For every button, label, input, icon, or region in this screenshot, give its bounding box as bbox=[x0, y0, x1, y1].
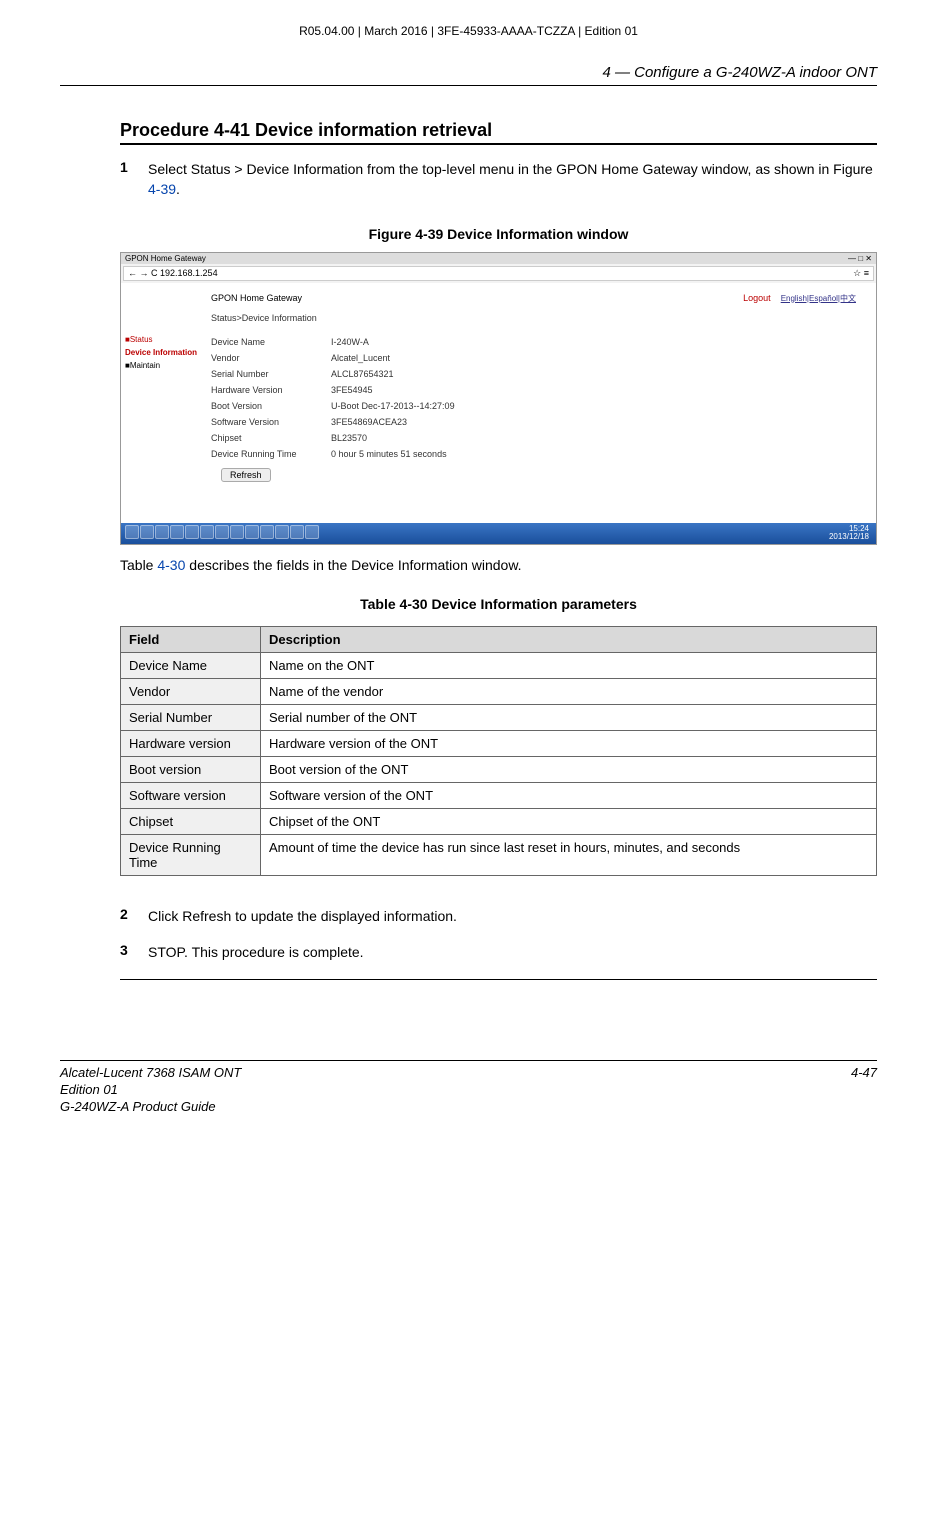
browser-tab: GPON Home Gateway bbox=[125, 254, 206, 263]
info-value: 3FE54869ACEA23 bbox=[331, 417, 407, 427]
field-cell: Boot version bbox=[121, 757, 261, 783]
table-row: Serial NumberSerial number of the ONT bbox=[121, 705, 877, 731]
field-cell: Device Name bbox=[121, 653, 261, 679]
address-bar: 192.168.1.254 bbox=[160, 268, 218, 278]
info-label: Vendor bbox=[211, 353, 331, 363]
breadcrumb: Status>Device Information bbox=[201, 310, 876, 326]
page-footer: Alcatel-Lucent 7368 ISAM ONT Edition 01 … bbox=[60, 1060, 877, 1116]
info-value: Alcatel_Lucent bbox=[331, 353, 390, 363]
chapter-header: 4 — Configure a G-240WZ-A indoor ONT bbox=[60, 64, 877, 81]
desc-cell: Chipset of the ONT bbox=[261, 809, 877, 835]
field-cell: Vendor bbox=[121, 679, 261, 705]
footer-guide: G-240WZ-A Product Guide bbox=[60, 1099, 241, 1116]
figure-browser-screenshot: GPON Home Gateway — □ ✕ ← → C 192.168.1.… bbox=[120, 252, 877, 546]
footer-edition: Edition 01 bbox=[60, 1082, 241, 1099]
footer-rule bbox=[60, 1060, 877, 1061]
parameters-table: Field Description Device NameName on the… bbox=[120, 626, 877, 876]
desc-cell: Hardware version of the ONT bbox=[261, 731, 877, 757]
info-value: 3FE54945 bbox=[331, 385, 373, 395]
step-3: 3 STOP. This procedure is complete. bbox=[120, 942, 877, 962]
gateway-title: GPON Home Gateway bbox=[211, 293, 302, 303]
info-label: Boot Version bbox=[211, 401, 331, 411]
field-cell: Software version bbox=[121, 783, 261, 809]
desc-cell: Software version of the ONT bbox=[261, 783, 877, 809]
info-label: Hardware Version bbox=[211, 385, 331, 395]
table-row: Software versionSoftware version of the … bbox=[121, 783, 877, 809]
table-intro-text: Table 4-30 describes the fields in the D… bbox=[120, 555, 877, 576]
step-number: 3 bbox=[120, 942, 148, 962]
desc-cell: Boot version of the ONT bbox=[261, 757, 877, 783]
info-value: 0 hour 5 minutes 51 seconds bbox=[331, 449, 447, 459]
sidebar: ■Status Device Information ■Maintain bbox=[121, 283, 201, 372]
field-cell: Serial Number bbox=[121, 705, 261, 731]
field-cell: Device Running Time bbox=[121, 835, 261, 876]
figure-xref-link[interactable]: 4-39 bbox=[148, 181, 176, 197]
step-text: Select Status > Device Information from … bbox=[148, 161, 873, 177]
figure-caption: Figure 4-39 Device Information window bbox=[120, 226, 877, 242]
desc-cell: Amount of time the device has run since … bbox=[261, 835, 877, 876]
info-label: Chipset bbox=[211, 433, 331, 443]
doc-id-header: R05.04.00 | March 2016 | 3FE-45933-AAAA-… bbox=[60, 24, 877, 38]
table-row: Device NameName on the ONT bbox=[121, 653, 877, 679]
field-cell: Chipset bbox=[121, 809, 261, 835]
info-value: BL23570 bbox=[331, 433, 367, 443]
procedure-end-rule bbox=[120, 979, 877, 980]
info-value: ALCL87654321 bbox=[331, 369, 394, 379]
language-links: English|Español|中文 bbox=[781, 294, 856, 303]
step-number: 1 bbox=[120, 159, 148, 200]
procedure-title: Procedure 4-41 Device information retrie… bbox=[120, 120, 877, 141]
info-label: Software Version bbox=[211, 417, 331, 427]
star-icon: ☆ bbox=[853, 268, 861, 278]
page-number: 4-47 bbox=[851, 1065, 877, 1116]
table-row: Boot versionBoot version of the ONT bbox=[121, 757, 877, 783]
field-cell: Hardware version bbox=[121, 731, 261, 757]
step-body: STOP. This procedure is complete. bbox=[148, 942, 877, 962]
table-caption: Table 4-30 Device Information parameters bbox=[120, 596, 877, 612]
desc-cell: Name on the ONT bbox=[261, 653, 877, 679]
table-row: Device Running TimeAmount of time the de… bbox=[121, 835, 877, 876]
step-2: 2 Click Refresh to update the displayed … bbox=[120, 906, 877, 926]
taskbar-icons bbox=[125, 525, 320, 541]
header-rule bbox=[60, 85, 877, 86]
table-row: VendorName of the vendor bbox=[121, 679, 877, 705]
sidebar-item-status: ■Status bbox=[121, 333, 201, 346]
table-header-description: Description bbox=[261, 627, 877, 653]
window-controls-icon: — □ ✕ bbox=[848, 254, 872, 263]
sidebar-item-maintain: ■Maintain bbox=[121, 359, 201, 372]
info-value: I-240W-A bbox=[331, 337, 369, 347]
device-info-panel: Device NameI-240W-A VendorAlcatel_Lucent… bbox=[201, 326, 876, 490]
title-rule bbox=[120, 143, 877, 145]
info-label: Device Running Time bbox=[211, 449, 331, 459]
step-body: Click Refresh to update the displayed in… bbox=[148, 906, 877, 926]
info-value: U-Boot Dec-17-2013--14:27:09 bbox=[331, 401, 455, 411]
sidebar-item-device-info: Device Information bbox=[121, 346, 201, 359]
step-number: 2 bbox=[120, 906, 148, 926]
taskbar-clock: 15:24 2013/12/18 bbox=[826, 525, 872, 543]
table-row: ChipsetChipset of the ONT bbox=[121, 809, 877, 835]
logout-link: Logout bbox=[743, 293, 771, 303]
refresh-button: Refresh bbox=[221, 468, 271, 482]
step-text: . bbox=[176, 181, 180, 197]
info-label: Device Name bbox=[211, 337, 331, 347]
taskbar: 15:24 2013/12/18 bbox=[121, 523, 876, 545]
info-label: Serial Number bbox=[211, 369, 331, 379]
table-xref-link[interactable]: 4-30 bbox=[157, 557, 185, 573]
table-header-field: Field bbox=[121, 627, 261, 653]
menu-icon: ≡ bbox=[864, 268, 869, 278]
desc-cell: Name of the vendor bbox=[261, 679, 877, 705]
step-body: Select Status > Device Information from … bbox=[148, 159, 877, 200]
table-row: Hardware versionHardware version of the … bbox=[121, 731, 877, 757]
step-1: 1 Select Status > Device Information fro… bbox=[120, 159, 877, 200]
footer-product: Alcatel-Lucent 7368 ISAM ONT bbox=[60, 1065, 241, 1082]
desc-cell: Serial number of the ONT bbox=[261, 705, 877, 731]
